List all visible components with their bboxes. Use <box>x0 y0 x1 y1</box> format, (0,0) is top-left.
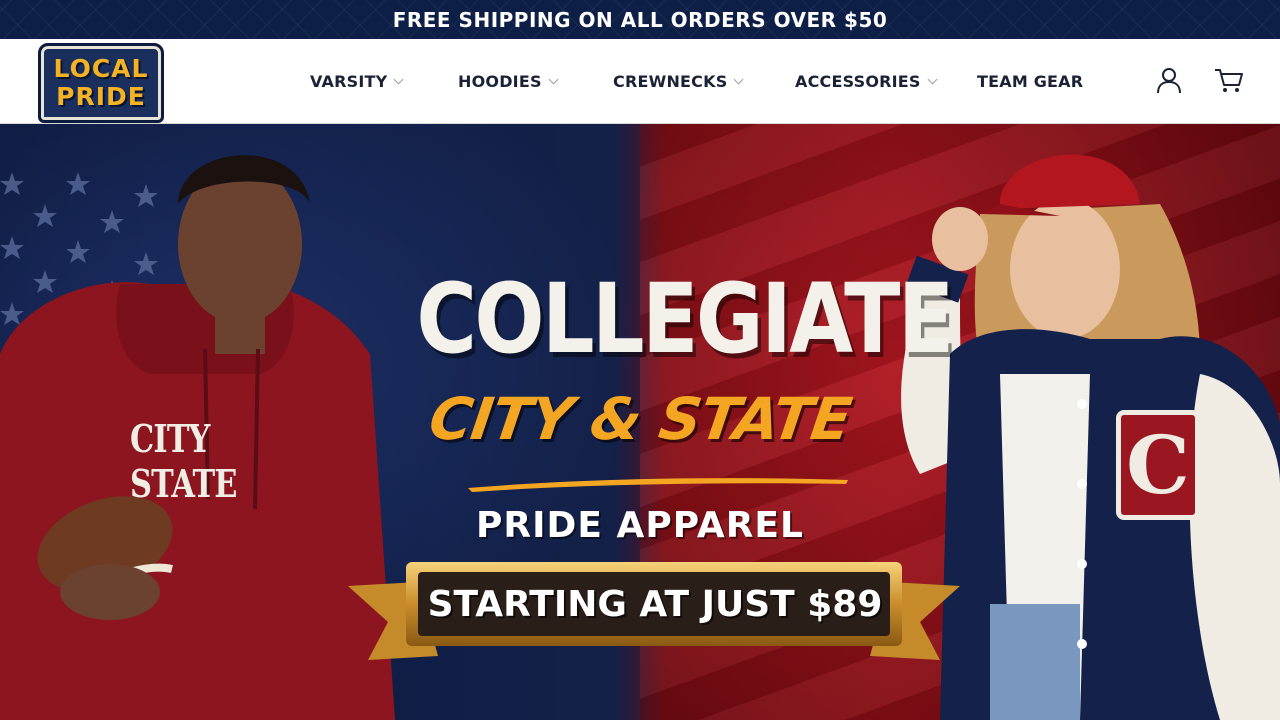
nav-item-accessories[interactable]: ACCESSORIES <box>795 39 938 124</box>
account-button[interactable] <box>1152 63 1186 97</box>
store-logo[interactable]: LOCAL PRIDE <box>38 43 164 123</box>
chevron-down-icon <box>927 74 938 84</box>
chevron-down-icon <box>393 74 404 84</box>
cart-button[interactable] <box>1212 63 1246 97</box>
nav-item-hoodies[interactable]: HOODIES <box>458 39 559 124</box>
nav-item-label: CREWNECKS <box>613 72 728 91</box>
nav-item-label: ACCESSORIES <box>795 72 921 91</box>
price-banner-text[interactable]: STARTING AT JUST $89 <box>410 577 900 633</box>
site-header: LOCAL PRIDE VARSITY HOODIES CREWNECKS AC… <box>0 39 1280 124</box>
announcement-text: FREE SHIPPING ON ALL ORDERS OVER $50 <box>392 7 888 32</box>
nav-item-label: VARSITY <box>310 72 388 91</box>
announcement-bar: FREE SHIPPING ON ALL ORDERS OVER $50 <box>0 0 1280 39</box>
nav-item-crewnecks[interactable]: CREWNECKS <box>613 39 744 124</box>
jacket-letter: C <box>1126 418 1190 512</box>
hero-subline: PRIDE APPAREL <box>476 505 804 546</box>
user-icon <box>1157 68 1181 94</box>
hero-banner[interactable]: CITY STATE C COLLEGIATE CITY & STATE PRI… <box>0 124 1280 720</box>
nav-item-varsity[interactable]: VARSITY <box>310 39 404 124</box>
chevron-down-icon <box>733 74 744 84</box>
logo-line-2: PRIDE <box>56 82 146 111</box>
hero-headline: COLLEGIATE <box>416 263 954 375</box>
hero-script-line: CITY & STATE <box>425 385 855 453</box>
hoodie-print: CITY STATE <box>130 416 237 506</box>
chevron-down-icon <box>548 74 559 84</box>
logo-line-1: LOCAL <box>53 54 149 83</box>
cart-icon <box>1215 69 1243 92</box>
script-underline <box>468 478 848 492</box>
nav-item-label: HOODIES <box>458 72 542 91</box>
nav-item-team-gear[interactable]: TEAM GEAR <box>977 39 1083 124</box>
nav-item-label: TEAM GEAR <box>977 72 1084 91</box>
jacket-letter-patch: C <box>1116 410 1200 520</box>
